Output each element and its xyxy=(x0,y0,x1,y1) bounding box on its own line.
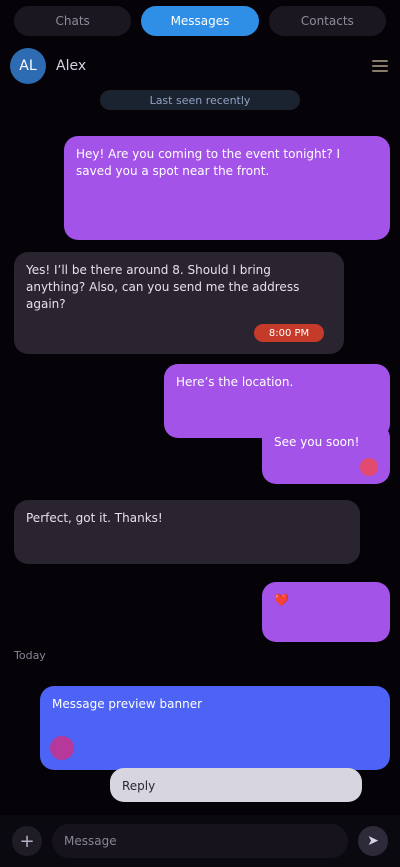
message-banner[interactable]: Message preview banner xyxy=(40,686,390,770)
tab-messages[interactable]: Messages xyxy=(141,6,259,36)
message-outgoing[interactable]: ❤️ xyxy=(262,582,390,642)
status-subtitle: Last seen recently xyxy=(100,90,300,110)
message-incoming[interactable]: Yes! I’ll be there around 8. Should I br… xyxy=(14,252,344,354)
heart-icon xyxy=(360,458,378,476)
message-outgoing[interactable]: Hey! Are you coming to the event tonight… xyxy=(64,136,390,240)
tab-contacts[interactable]: Contacts xyxy=(268,6,386,36)
reply-chip[interactable]: Reply xyxy=(110,768,362,802)
chat-header: AL Alex xyxy=(10,46,390,86)
avatar[interactable]: AL xyxy=(10,48,46,84)
message-incoming[interactable]: Perfect, got it. Thanks! xyxy=(14,500,360,564)
plus-icon[interactable]: + xyxy=(12,826,42,856)
chat-title: Alex xyxy=(56,58,87,74)
reaction-icon xyxy=(50,736,74,760)
send-icon[interactable]: ➤ xyxy=(358,826,388,856)
time-chip: 8:00 PM xyxy=(254,324,324,342)
hamburger-icon[interactable] xyxy=(370,56,390,76)
composer: + Message ➤ xyxy=(0,815,400,867)
message-text: ❤️ xyxy=(274,593,289,607)
top-tabs: Chats Messages Contacts xyxy=(14,6,386,36)
message-text: Yes! I’ll be there around 8. Should I br… xyxy=(26,263,300,311)
message-text: See you soon! xyxy=(274,435,360,449)
message-input[interactable]: Message xyxy=(52,824,348,858)
message-outgoing[interactable]: See you soon! xyxy=(262,424,390,484)
date-divider: Today xyxy=(14,648,46,662)
tab-chats[interactable]: Chats xyxy=(14,6,132,36)
message-text: Message preview banner xyxy=(52,697,203,711)
